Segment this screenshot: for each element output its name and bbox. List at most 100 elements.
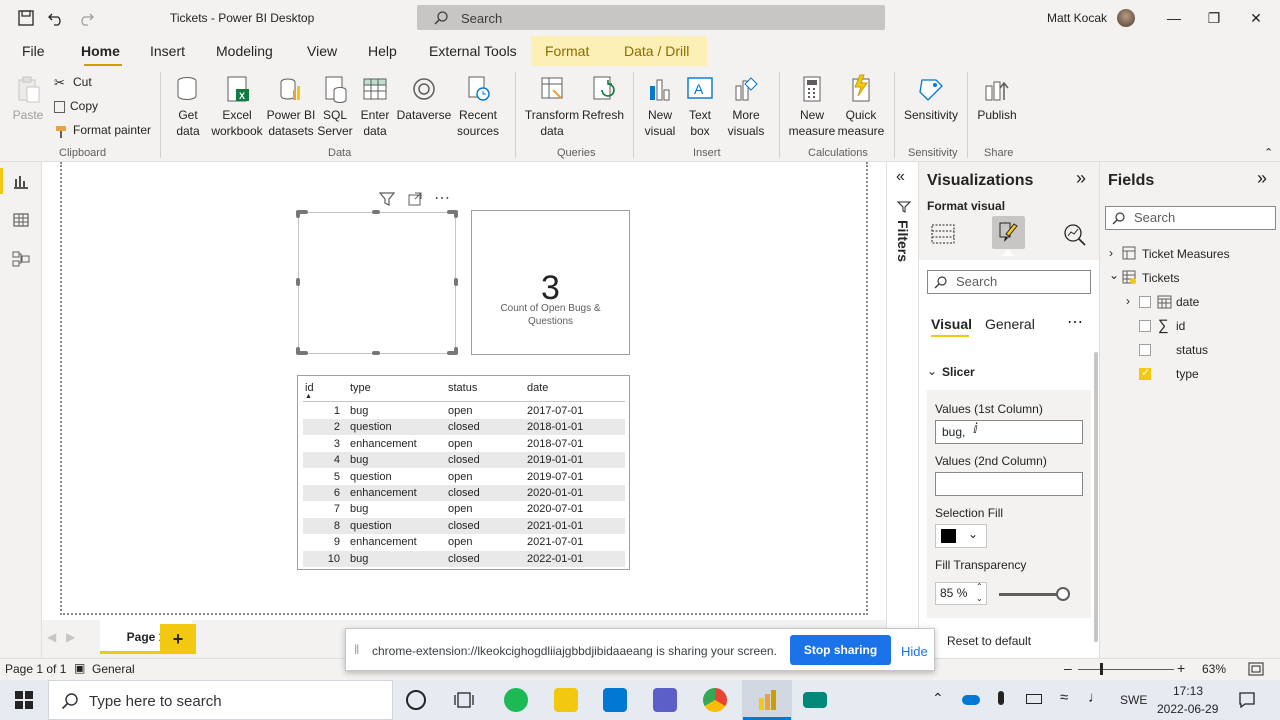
- table-row[interactable]: 2 question closed 2018-01-01: [303, 419, 625, 436]
- spotify-icon[interactable]: [504, 688, 528, 712]
- text-box-button[interactable]: A Text box: [682, 74, 718, 139]
- table-row[interactable]: 5 question open 2019-07-01: [303, 469, 625, 485]
- analytics-icon[interactable]: [1062, 222, 1088, 246]
- microphone-icon[interactable]: [998, 691, 1004, 705]
- more-options-icon[interactable]: ⋯: [1067, 312, 1083, 332]
- more-visuals-button[interactable]: More visuals: [720, 74, 772, 139]
- table-row[interactable]: 1 bug open 2017-07-01: [303, 403, 625, 419]
- fill-transparency-input[interactable]: 85 % ⌃ ⌄: [935, 582, 987, 605]
- table-row[interactable]: 8 question closed 2021-01-01: [303, 517, 625, 534]
- tab-general[interactable]: General: [985, 316, 1035, 332]
- expand-filters-icon[interactable]: «: [896, 168, 905, 186]
- resize-handle[interactable]: [296, 278, 300, 286]
- field-checkbox-status[interactable]: [1139, 344, 1151, 356]
- input-language[interactable]: SWE: [1120, 693, 1147, 707]
- cut-button[interactable]: ✂ Cut: [54, 73, 92, 91]
- notifications-icon[interactable]: [1238, 691, 1256, 709]
- transform-data-button[interactable]: Transform data: [524, 74, 580, 139]
- resize-handle[interactable]: [454, 278, 458, 286]
- quick-measure-button[interactable]: Quick measure: [836, 74, 886, 139]
- more-options-icon[interactable]: ⋯: [434, 188, 450, 208]
- card-visual[interactable]: 3 Count of Open Bugs & Questions: [471, 210, 630, 355]
- close-icon[interactable]: ✕: [1248, 10, 1264, 26]
- publish-button[interactable]: Publish: [974, 74, 1020, 123]
- scroll-left-icon[interactable]: ◀: [47, 630, 56, 644]
- power-bi-datasets-button[interactable]: Power BI datasets: [266, 74, 316, 139]
- table-row[interactable]: 4 bug closed 2019-01-01: [303, 452, 625, 469]
- screen-share-app-icon[interactable]: [803, 692, 827, 708]
- taskbar-search[interactable]: Type here to search: [48, 680, 393, 720]
- dataverse-button[interactable]: Dataverse: [396, 74, 452, 123]
- undo-icon[interactable]: [47, 9, 65, 27]
- table-row[interactable]: 6 enhancement closed 2020-01-01: [303, 485, 625, 501]
- volume-icon[interactable]: ♩: [1088, 689, 1103, 706]
- tab-modeling[interactable]: Modeling: [216, 43, 273, 59]
- taskbar-date[interactable]: 2022-06-29: [1157, 702, 1218, 716]
- recent-sources-button[interactable]: Recent sources: [452, 74, 504, 139]
- new-visual-button[interactable]: New visual: [640, 74, 680, 139]
- zoom-slider-track[interactable]: [1078, 669, 1174, 670]
- table-ticket-measures[interactable]: Ticket Measures: [1142, 247, 1230, 261]
- fit-to-page-icon[interactable]: [1248, 662, 1264, 676]
- filters-label[interactable]: Filters: [895, 220, 911, 262]
- tab-format[interactable]: Format: [545, 43, 589, 59]
- collapse-fields-icon[interactable]: »: [1257, 168, 1267, 189]
- file-explorer-icon[interactable]: [554, 688, 578, 712]
- save-icon[interactable]: [17, 9, 35, 27]
- field-type[interactable]: type: [1176, 367, 1199, 381]
- zoom-slider-thumb[interactable]: [1100, 663, 1103, 675]
- resize-handle[interactable]: [372, 351, 380, 355]
- restore-icon[interactable]: ❐: [1206, 10, 1222, 26]
- avatar[interactable]: [1117, 9, 1135, 27]
- tab-view[interactable]: View: [307, 43, 337, 59]
- field-checkbox-type[interactable]: ✓: [1139, 367, 1151, 380]
- resize-handle[interactable]: [454, 210, 458, 218]
- tab-home[interactable]: Home: [81, 43, 120, 59]
- resize-handle[interactable]: [454, 347, 458, 355]
- stop-sharing-button[interactable]: Stop sharing: [790, 635, 891, 665]
- visual-search-input[interactable]: Search: [927, 270, 1091, 294]
- column-header-type[interactable]: type: [350, 382, 371, 394]
- redo-icon[interactable]: [77, 9, 95, 27]
- battery-icon[interactable]: [1026, 694, 1042, 704]
- collapse-ribbon-icon[interactable]: ⌃: [1264, 146, 1273, 159]
- sensitivity-status[interactable]: General: [92, 662, 135, 676]
- values-1st-column-input[interactable]: bug,: [935, 420, 1083, 444]
- scroll-right-icon[interactable]: ▶: [66, 630, 75, 644]
- hide-button[interactable]: Hide: [901, 644, 928, 659]
- slicer-visual[interactable]: [298, 212, 456, 354]
- refresh-button[interactable]: Refresh: [582, 74, 624, 123]
- power-bi-icon[interactable]: [755, 688, 779, 712]
- show-hidden-icons-icon[interactable]: ⌃: [932, 690, 944, 707]
- table-row[interactable]: 3 enhancement open 2018-07-01: [303, 436, 625, 452]
- table-tickets[interactable]: Tickets: [1142, 271, 1180, 285]
- collapse-visualizations-icon[interactable]: »: [1076, 168, 1086, 189]
- build-visual-icon[interactable]: [930, 222, 956, 246]
- field-id[interactable]: id: [1176, 319, 1185, 333]
- scrollbar[interactable]: [1094, 352, 1098, 642]
- tab-data-drill[interactable]: Data / Drill: [624, 43, 689, 59]
- format-visual-tab[interactable]: [992, 216, 1025, 249]
- values-2nd-column-input[interactable]: [935, 472, 1083, 496]
- enter-data-button[interactable]: Enter data: [356, 74, 394, 139]
- slicer-section-header[interactable]: Slicer: [942, 365, 975, 379]
- table-visual[interactable]: id ▲ type status date 1 bug open 2017-07-01…: [297, 375, 630, 570]
- field-status[interactable]: status: [1176, 343, 1208, 357]
- field-date[interactable]: date: [1176, 295, 1199, 309]
- format-painter-button[interactable]: Format painter: [54, 121, 151, 139]
- get-data-button[interactable]: Get data: [168, 74, 208, 139]
- taskbar-time[interactable]: 17:13: [1173, 684, 1203, 698]
- selection-fill-picker[interactable]: ⌄: [935, 524, 987, 548]
- resize-handle[interactable]: [296, 210, 300, 218]
- wifi-icon[interactable]: ≈: [1060, 689, 1068, 706]
- task-view-icon[interactable]: [454, 690, 474, 710]
- chevron-right-icon[interactable]: ›: [1126, 294, 1130, 308]
- sql-server-button[interactable]: SQL Server: [316, 74, 354, 139]
- teams-icon[interactable]: [653, 688, 677, 712]
- chevron-down-icon[interactable]: ⌄: [927, 364, 937, 378]
- tab-help[interactable]: Help: [368, 43, 397, 59]
- excel-workbook-button[interactable]: X Excel workbook: [208, 74, 266, 139]
- table-row[interactable]: 10 bug closed 2022-01-01: [303, 550, 625, 567]
- tab-insert[interactable]: Insert: [150, 43, 185, 59]
- resize-handle[interactable]: [296, 347, 300, 355]
